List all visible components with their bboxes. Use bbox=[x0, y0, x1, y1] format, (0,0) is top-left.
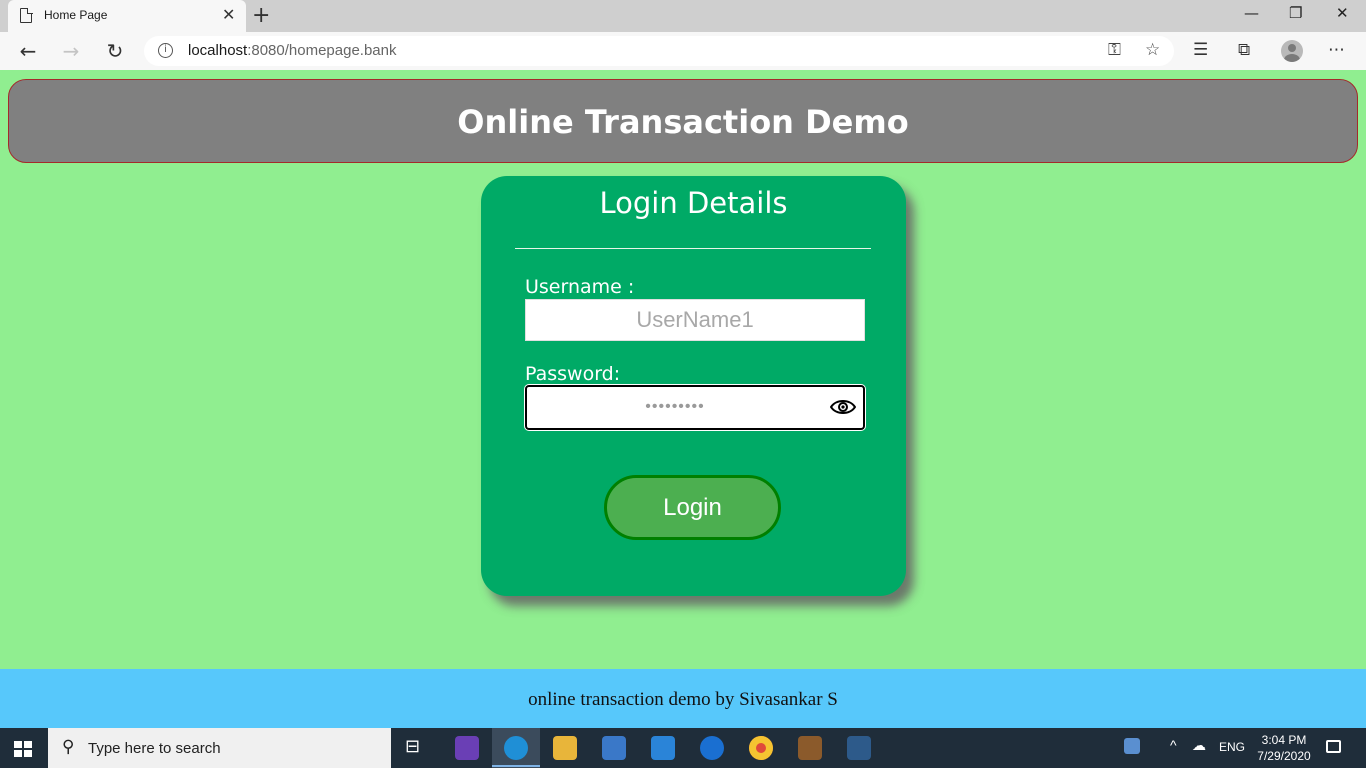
file-explorer-icon[interactable] bbox=[553, 736, 577, 760]
mail-icon[interactable] bbox=[651, 736, 675, 760]
browser-tab[interactable]: Home Page ✕ bbox=[8, 0, 246, 32]
restore-button[interactable]: ❐ bbox=[1289, 4, 1302, 22]
refresh-icon[interactable]: ↻ bbox=[102, 38, 128, 64]
more-menu-icon[interactable]: ⋯ bbox=[1328, 40, 1345, 60]
task-view-icon[interactable]: ⊟ bbox=[405, 736, 429, 760]
taskbar-clock[interactable]: 3:04 PM 7/29/2020 bbox=[1250, 732, 1318, 764]
footer-text: online transaction demo by Sivasankar S bbox=[528, 689, 838, 710]
login-title: Login Details bbox=[599, 186, 788, 220]
edge-browser-icon[interactable] bbox=[492, 736, 540, 767]
password-input[interactable]: ••••••••• bbox=[525, 385, 865, 430]
page-header: Online Transaction Demo bbox=[8, 79, 1358, 163]
divider bbox=[515, 248, 871, 249]
close-window-button[interactable]: ✕ bbox=[1336, 4, 1349, 22]
store-icon[interactable] bbox=[602, 736, 626, 760]
taskbar-search[interactable]: ⚲ Type here to search bbox=[48, 728, 391, 768]
login-button[interactable]: Login bbox=[604, 475, 781, 540]
tray-app-icon[interactable] bbox=[1124, 738, 1140, 754]
taskbar-search-placeholder: Type here to search bbox=[88, 740, 221, 757]
windows-taskbar: ⚲ Type here to search ⊟ ^ ☁ ENG 3:04 PM … bbox=[0, 728, 1366, 768]
clock-time: 3:04 PM bbox=[1261, 733, 1307, 747]
profile-avatar[interactable] bbox=[1281, 40, 1303, 62]
back-arrow-icon[interactable]: ← bbox=[15, 38, 41, 64]
info-icon[interactable]: i bbox=[158, 43, 173, 58]
onedrive-cloud-icon[interactable]: ☁ bbox=[1192, 737, 1206, 754]
favorites-icon[interactable]: ☰ bbox=[1193, 40, 1208, 60]
close-tab-icon[interactable]: ✕ bbox=[222, 6, 235, 24]
firefox-icon[interactable] bbox=[700, 736, 724, 760]
show-password-eye-icon[interactable] bbox=[830, 398, 856, 416]
star-icon[interactable]: ☆ bbox=[1145, 40, 1160, 60]
notification-center-icon[interactable] bbox=[1326, 740, 1341, 753]
browser-tab-bar: Home Page ✕ + — ❐ ✕ bbox=[0, 0, 1366, 32]
chrome-icon[interactable] bbox=[749, 736, 773, 760]
visual-studio-icon[interactable] bbox=[455, 736, 479, 760]
password-label: Password: bbox=[525, 363, 621, 385]
browser-toolbar: ← → ↻ i localhost:8080/homepage.bank ⚿ ☆… bbox=[0, 32, 1366, 70]
tab-title: Home Page bbox=[44, 8, 108, 22]
eclipse-app-icon[interactable] bbox=[798, 736, 822, 760]
clock-date: 7/29/2020 bbox=[1257, 749, 1311, 763]
minimize-button[interactable]: — bbox=[1244, 4, 1259, 22]
new-tab-button[interactable]: + bbox=[252, 3, 270, 28]
page-icon bbox=[20, 7, 33, 23]
database-app-icon[interactable] bbox=[847, 736, 871, 760]
language-indicator[interactable]: ENG bbox=[1219, 740, 1245, 754]
page-footer: online transaction demo by Sivasankar S bbox=[0, 669, 1366, 728]
url-text: localhost:8080/homepage.bank bbox=[188, 42, 397, 59]
forward-arrow-icon[interactable]: → bbox=[58, 38, 84, 64]
page-title: Online Transaction Demo bbox=[457, 103, 909, 141]
windows-start-icon[interactable] bbox=[14, 741, 32, 757]
collections-icon[interactable]: ⧉ bbox=[1238, 40, 1250, 60]
show-hidden-icons-chevron-icon[interactable]: ^ bbox=[1170, 737, 1177, 753]
username-input[interactable]: UserName1 bbox=[525, 299, 865, 341]
search-icon: ⚲ bbox=[62, 737, 75, 757]
key-icon[interactable]: ⚿ bbox=[1108, 40, 1121, 60]
address-bar[interactable]: i localhost:8080/homepage.bank ⚿ ☆ bbox=[144, 36, 1174, 66]
username-label: Username : bbox=[525, 276, 635, 298]
